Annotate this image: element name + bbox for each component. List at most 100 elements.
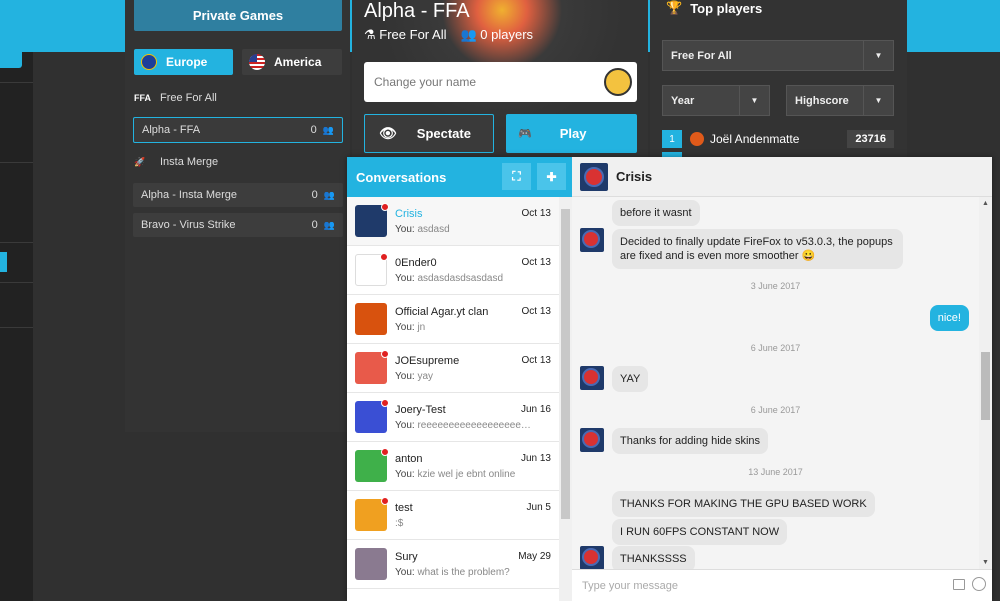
message-bubble: YAY — [612, 366, 649, 392]
conversation-item[interactable]: anton Jun 13 You: kzie wel je ebnt online — [347, 442, 559, 491]
sidebar-active-tab[interactable] — [0, 36, 22, 68]
scroll-down-icon[interactable]: ▼ — [982, 559, 989, 566]
message-bubble: Decided to finally update FireFox to v53… — [612, 229, 903, 269]
image-icon[interactable] — [953, 579, 965, 590]
conversation-name: JOEsupreme — [395, 354, 460, 367]
unread-dot-icon — [380, 253, 388, 261]
server-bravo-virus[interactable]: Bravo - Virus Strike 0 👥 — [133, 213, 343, 237]
contact-avatar[interactable] — [580, 162, 608, 191]
spectate-label: Spectate — [416, 126, 471, 141]
conversation-item[interactable]: Crisis Oct 13 You: asdasd — [347, 197, 559, 246]
message-placeholder: Type your message — [582, 579, 678, 592]
trophy-icon: 🏆 — [666, 0, 683, 15]
conversation-name: Official Agar.yt clan — [395, 305, 489, 318]
region-america-button[interactable]: America — [242, 49, 342, 75]
conversation-preview: You: asdasdasdsasdasd — [395, 273, 535, 284]
conversation-preview: You: jn — [395, 322, 535, 333]
game-info: ⚗ Free For All 👥 0 players — [364, 27, 533, 43]
message-input[interactable]: Type your message — [572, 569, 992, 601]
metric-select[interactable]: Highscore ▼ — [786, 85, 894, 116]
region-label: America — [274, 55, 322, 69]
conversation-item[interactable]: Sury May 29 You: what is the problem? — [347, 540, 559, 589]
private-games-button[interactable]: Private Games — [134, 0, 342, 31]
preview-text: :$ — [395, 517, 404, 529]
conversation-preview: :$ — [395, 518, 535, 529]
conversation-item[interactable]: 0Ender0 Oct 13 You: asdasdasdsasdasd — [347, 246, 559, 295]
conversations-header: Conversations ⛶ ✚ — [347, 157, 572, 197]
emoji-icon[interactable] — [972, 577, 986, 591]
sender-prefix: You: — [395, 321, 415, 333]
unread-dot-icon — [381, 399, 389, 407]
mode-header-ffa: FFA Free For All — [134, 87, 342, 109]
leaderboard-row[interactable]: 1 Joël Andenmatte 23716 — [662, 130, 894, 148]
expand-icon[interactable]: ⛶ — [502, 163, 531, 190]
server-alpha-insta[interactable]: Alpha - Insta Merge 0 👥 — [133, 183, 343, 207]
preview-text: jn — [417, 321, 426, 333]
spectate-button[interactable]: 👁 Spectate — [364, 114, 494, 153]
preview-text: what is the problem? — [417, 566, 510, 578]
server-name: Bravo - Virus Strike — [141, 219, 236, 231]
message-bubble: THANKS FOR MAKING THE GPU BASED WORK — [612, 491, 875, 517]
name-placeholder: Change your name — [374, 75, 477, 89]
sender-avatar — [580, 228, 604, 252]
conversation-date: Jun 13 — [520, 452, 551, 464]
period-select-value: Year — [671, 94, 695, 107]
chat-window: Conversations ⛶ ✚ Crisis Oct 13 You: asdas… — [347, 157, 992, 601]
rocket-icon: 🚀 — [134, 156, 146, 167]
conversation-avatar — [355, 350, 389, 384]
metric-select-value: Highscore — [795, 94, 849, 107]
conversation-scrollbar[interactable] — [559, 197, 572, 601]
preview-text: kzie wel je ebnt online — [417, 468, 516, 480]
contact-name: Crisis — [616, 169, 653, 184]
message-bubble: Thanks for adding hide skins — [612, 428, 769, 454]
play-button[interactable]: 🎮 Play — [506, 114, 637, 153]
conversation-avatar — [355, 203, 389, 237]
scroll-thumb[interactable] — [981, 352, 990, 420]
conversation-name: Crisis — [395, 207, 423, 220]
conversations-title: Conversations — [356, 169, 447, 185]
region-label: Europe — [166, 55, 208, 69]
preview-text: asdasdasdsasdasd — [417, 272, 504, 284]
mode-select[interactable]: Free For All ▼ — [662, 40, 894, 71]
sender-prefix: You: — [395, 468, 415, 480]
sender-prefix: You: — [395, 419, 415, 431]
server-player-count: 0 — [311, 219, 318, 231]
skin-avatar[interactable] — [604, 68, 632, 96]
conversation-name: Joery-Test — [395, 403, 446, 416]
region-europe-button[interactable]: Europe — [134, 49, 233, 75]
people-icon: 👥 — [323, 219, 335, 230]
flask-icon: ⚗ Free For All — [364, 27, 447, 42]
server-panel: Private Games Europe America FFA Free Fo… — [125, 0, 350, 432]
conversation-item[interactable]: JOEsupreme Oct 13 You: yay — [347, 344, 559, 393]
us-flag-icon — [249, 54, 265, 70]
server-player-count: 0 — [311, 189, 318, 201]
conversation-item[interactable]: Official Agar.yt clan Oct 13 You: jn — [347, 295, 559, 344]
conversation-date: Oct 13 — [521, 256, 551, 268]
conversation-date: Oct 13 — [521, 207, 551, 219]
conversation-item[interactable]: test Jun 5 :$ — [347, 491, 559, 540]
message-scrollbar[interactable]: ▲ ▼ — [979, 197, 992, 569]
name-input[interactable]: Change your name — [364, 62, 637, 102]
conversation-date: Jun 16 — [520, 403, 551, 415]
chevron-down-icon: ▼ — [863, 86, 893, 115]
conversation-date: May 29 — [518, 550, 551, 562]
date-separator: 3 June 2017 — [750, 281, 801, 291]
message-bubble: I RUN 60FPS CONSTANT NOW — [612, 519, 788, 545]
player-score: 23716 — [847, 130, 894, 148]
conversation-avatar — [355, 497, 389, 531]
mode-label: Free For All — [160, 92, 217, 104]
gamepad-icon: 🎮 — [518, 128, 532, 140]
server-alpha-ffa[interactable]: Alpha - FFA 0 👥 — [133, 117, 343, 143]
sender-prefix: You: — [395, 370, 415, 382]
scroll-up-icon[interactable]: ▲ — [982, 200, 989, 207]
scroll-thumb[interactable] — [561, 209, 570, 519]
conversation-preview: You: yay — [395, 371, 535, 382]
conversation-list: Crisis Oct 13 You: asdasd 0Ender0 Oct 13 You:… — [347, 197, 559, 601]
chat-header: Crisis — [572, 157, 992, 197]
sidebar-marker[interactable] — [0, 252, 7, 272]
message-bubble-own: nice! — [929, 305, 969, 331]
period-select[interactable]: Year ▼ — [662, 85, 770, 116]
conversation-item[interactable]: Joery-Test Jun 16 You: reeeeeeeeeeeeeeeeee… — [347, 393, 559, 442]
new-message-icon[interactable]: ✚ — [537, 163, 566, 190]
player-name: Joël Andenmatte — [710, 132, 800, 146]
